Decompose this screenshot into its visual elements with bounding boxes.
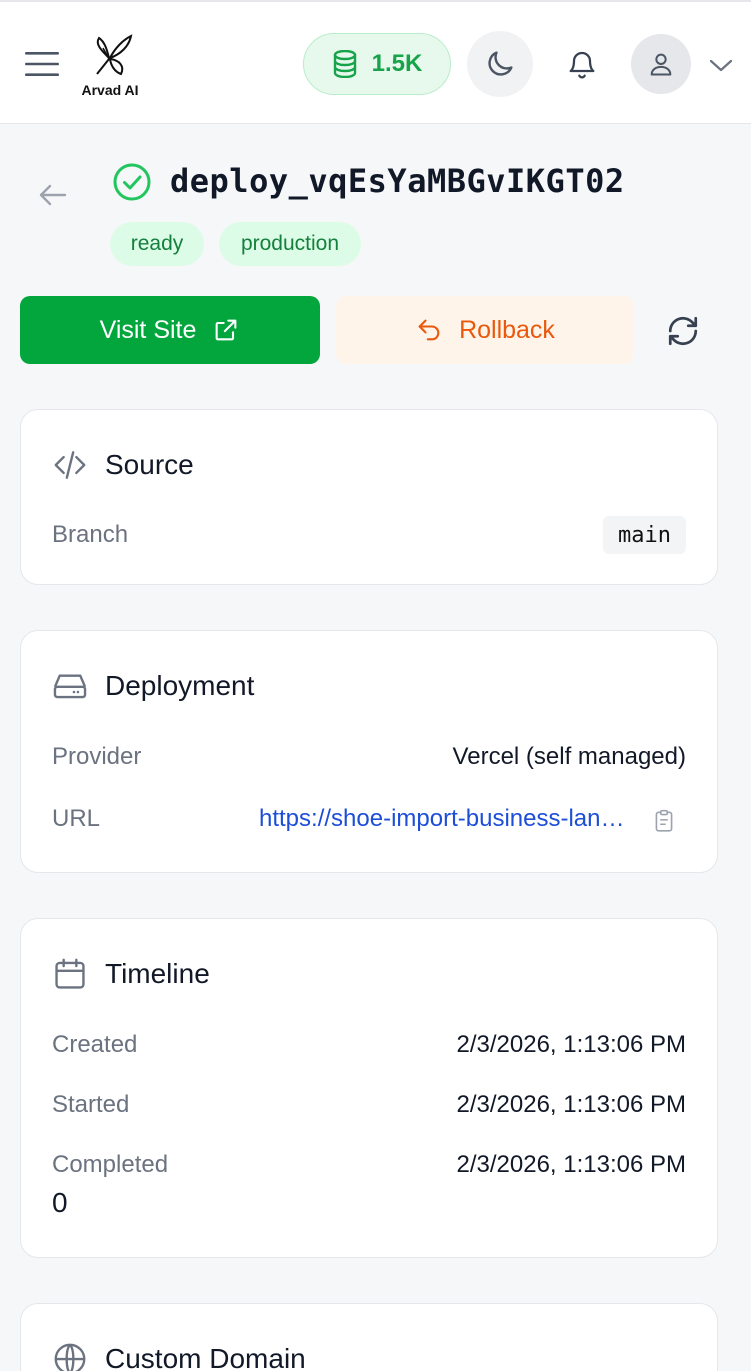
logo-text: Arvad AI	[81, 82, 139, 98]
provider-label: Provider	[52, 743, 142, 770]
branch-label: Branch	[52, 521, 129, 548]
completed-label: Completed	[52, 1151, 169, 1178]
globe-icon	[51, 1340, 89, 1371]
source-title: Source	[105, 449, 194, 480]
calendar-icon	[51, 955, 89, 993]
credits-value: 1.5K	[371, 50, 423, 77]
completed-value: 2/3/2026, 1:13:06 PM	[456, 1151, 687, 1178]
logo[interactable]: Arvad AI	[78, 32, 148, 98]
visit-site-label: Visit Site	[99, 315, 197, 344]
deployment-title: deploy_vqEsYaMBGvIKGT02	[170, 162, 625, 200]
user-icon	[650, 53, 672, 76]
notifications-button[interactable]	[556, 40, 608, 90]
check-circle-icon	[112, 162, 152, 202]
user-avatar-button[interactable]	[631, 34, 691, 94]
top-bar: Arvad AI 1.5K	[0, 0, 751, 124]
timeline-card-header: Timeline	[51, 955, 210, 993]
branch-value: main	[603, 516, 686, 554]
butterfly-logo-icon	[96, 34, 133, 76]
hamburger-menu-icon[interactable]	[24, 50, 60, 78]
started-label: Started	[52, 1091, 130, 1118]
source-card: Source Branch main	[20, 409, 718, 585]
chevron-down-icon[interactable]	[706, 52, 736, 78]
moon-icon	[488, 51, 513, 76]
refresh-icon	[668, 316, 698, 346]
status-badge: ready	[110, 222, 204, 266]
hard-drive-icon	[51, 667, 89, 705]
custom-domain-card: Custom Domain	[20, 1303, 718, 1371]
theme-toggle-button[interactable]	[467, 31, 533, 97]
source-card-header: Source	[51, 446, 194, 484]
bell-icon	[569, 51, 595, 79]
environment-badge: production	[219, 222, 361, 266]
created-value: 2/3/2026, 1:13:06 PM	[456, 1031, 687, 1058]
credits-badge[interactable]: 1.5K	[303, 33, 451, 95]
custom-domain-card-header: Custom Domain	[51, 1340, 306, 1371]
clipboard-icon	[655, 809, 673, 832]
code-icon	[51, 446, 89, 484]
rollback-label: Rollback	[459, 315, 555, 344]
deployment-card-header: Deployment	[51, 667, 254, 705]
deployment-card: Deployment Provider Vercel (self managed…	[20, 630, 718, 873]
undo-arrow-icon	[418, 319, 440, 341]
coins-database-icon	[333, 50, 356, 78]
duration-value: 0	[52, 1187, 68, 1218]
provider-value: Vercel (self managed)	[452, 743, 686, 770]
custom-domain-title: Custom Domain	[105, 1343, 306, 1371]
deployment-url-link[interactable]: https://shoe-import-business-landing-pag…	[259, 805, 633, 833]
arrow-left-icon	[39, 184, 67, 206]
rollback-button[interactable]: Rollback	[336, 296, 634, 364]
timeline-title: Timeline	[105, 958, 210, 989]
visit-site-button[interactable]: Visit Site	[20, 296, 320, 364]
started-value: 2/3/2026, 1:13:06 PM	[456, 1091, 687, 1118]
timeline-card: Timeline Created 2/3/2026, 1:13:06 PM St…	[20, 918, 718, 1258]
copy-url-button[interactable]	[649, 805, 679, 837]
created-label: Created	[52, 1031, 138, 1058]
external-link-icon	[216, 319, 237, 341]
url-label: URL	[52, 805, 101, 832]
refresh-button[interactable]	[660, 308, 706, 354]
back-button[interactable]	[30, 172, 76, 218]
deployment-title-label: Deployment	[105, 670, 255, 701]
